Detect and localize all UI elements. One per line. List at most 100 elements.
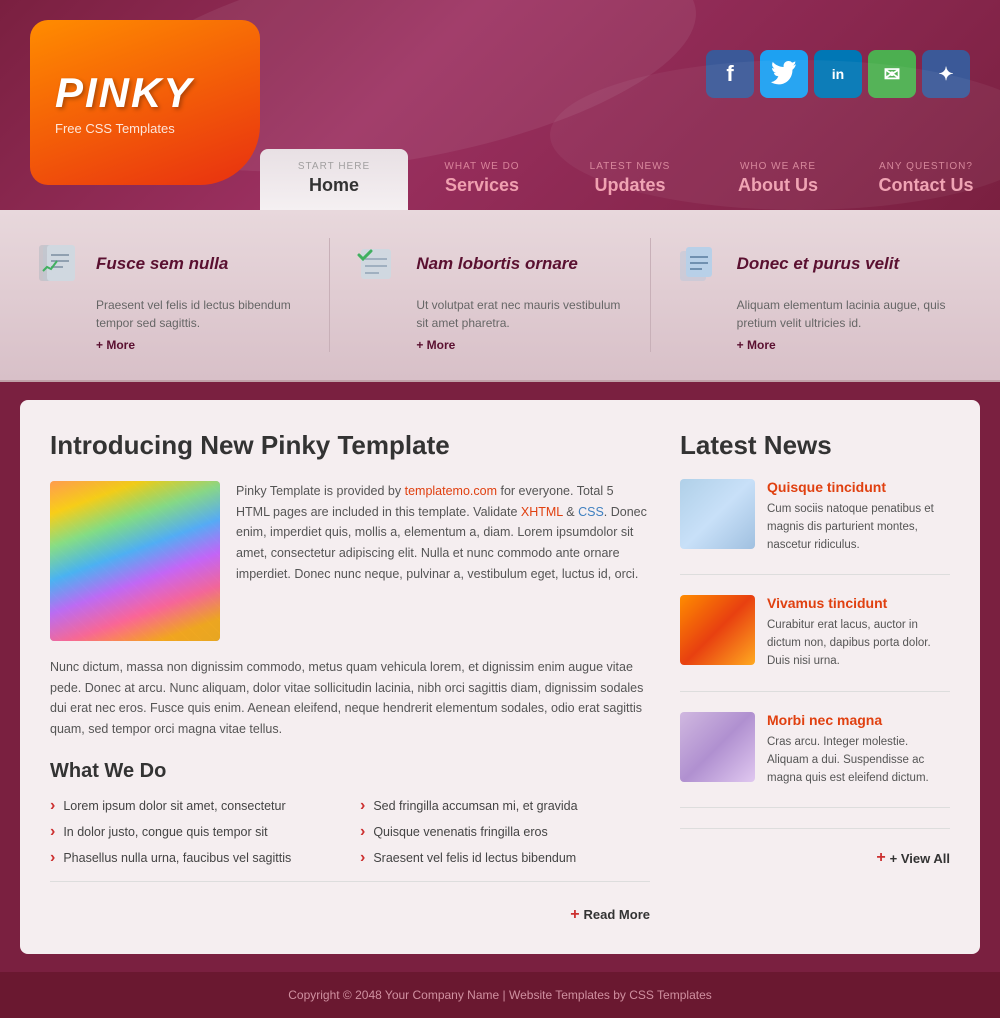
wwd-item-4: › Phasellus nulla urna, faucibus vel sag… — [50, 849, 340, 867]
read-more-label: Read More — [584, 907, 650, 922]
wwd-label-2: In dolor justo, congue quis tempor sit — [63, 825, 267, 839]
feature-1-icon — [30, 238, 82, 290]
wwd-bullet-5: › — [360, 849, 365, 867]
xhtml-link[interactable]: XHTML — [521, 505, 563, 519]
news-content-1: Vivamus tincidunt Curabitur erat lacus, … — [767, 595, 950, 670]
wwd-label-5: Sraesent vel felis id lectus bibendum — [373, 851, 576, 865]
news-title-0[interactable]: Quisque tincidunt — [767, 479, 950, 495]
feature-3-more[interactable]: + More — [737, 338, 950, 352]
feature-item-3: Donec et purus velit Aliquam elementum l… — [671, 238, 970, 352]
nav-contact-top: ANY QUESTION? — [879, 161, 973, 172]
wwd-label-1: Sed fringilla accumsan mi, et gravida — [373, 799, 577, 813]
news-desc-0: Cum sociis natoque penatibus et magnis d… — [767, 501, 950, 554]
news-item-2: Morbi nec magna Cras arcu. Integer moles… — [680, 712, 950, 808]
feature-2-icon — [350, 238, 402, 290]
main-content: Introducing New Pinky Template Pinky Tem… — [20, 400, 980, 954]
wwd-bullet-0: › — [50, 797, 55, 815]
feature-2-more[interactable]: + More — [416, 338, 629, 352]
news-thumb-2 — [680, 712, 755, 782]
facebook-icon[interactable]: f — [706, 50, 754, 98]
nav-about-top: WHO WE ARE — [740, 161, 816, 172]
intro-image — [50, 481, 220, 641]
features-bar: Fusce sem nulla Praesent vel felis id le… — [0, 210, 1000, 382]
feature-1-top: Fusce sem nulla — [30, 238, 309, 290]
linkedin-icon[interactable]: in — [814, 50, 862, 98]
nav-contact[interactable]: ANY QUESTION? Contact Us — [852, 149, 1000, 210]
nav-contact-main: Contact Us — [878, 175, 973, 196]
message-icon[interactable]: ✉ — [868, 50, 916, 98]
css-link[interactable]: CSS — [578, 505, 604, 519]
templatemo-link[interactable]: templatemo.com — [405, 484, 497, 498]
news-item-1: Vivamus tincidunt Curabitur erat lacus, … — [680, 595, 950, 691]
news-right: Latest News Quisque tincidunt Cum sociis… — [680, 430, 950, 924]
feature-item-1: Fusce sem nulla Praesent vel felis id le… — [30, 238, 330, 352]
nav-about-main: About Us — [738, 175, 818, 196]
intro-text: Pinky Template is provided by templatemo… — [236, 481, 650, 641]
logo-area: PINKY Free CSS Templates — [30, 20, 260, 185]
twitter-icon[interactable] — [760, 50, 808, 98]
news-thumb-0 — [680, 479, 755, 549]
news-desc-2: Cras arcu. Integer molestie. Aliquam a d… — [767, 734, 950, 787]
wwd-item-1: › Sed fringilla accumsan mi, et gravida — [360, 797, 650, 815]
intro-p1-before: Pinky Template is provided by — [236, 484, 405, 498]
news-title-1[interactable]: Vivamus tincidunt — [767, 595, 950, 611]
feature-3-title: Donec et purus velit — [737, 254, 899, 274]
news-thumb-1 — [680, 595, 755, 665]
news-title: Latest News — [680, 430, 950, 461]
nav-home[interactable]: START HERE Home — [260, 149, 408, 210]
nav: START HERE Home WHAT WE DO Services LATE… — [260, 149, 1000, 210]
wwd-label-0: Lorem ipsum dolor sit amet, consectetur — [63, 799, 285, 813]
what-we-do: What We Do › Lorem ipsum dolor sit amet,… — [50, 760, 650, 924]
logo-text: PINKY — [55, 69, 193, 117]
social-icons: f in ✉ ✦ — [706, 50, 970, 98]
feature-3-icon — [671, 238, 723, 290]
wwd-title: What We Do — [50, 760, 650, 783]
wwd-label-3: Quisque venenatis fringilla eros — [373, 825, 547, 839]
wwd-item-0: › Lorem ipsum dolor sit amet, consectetu… — [50, 797, 340, 815]
nav-services-main: Services — [445, 175, 519, 196]
nav-services-top: WHAT WE DO — [444, 161, 519, 172]
intro-text2: Nunc dictum, massa non dignissim commodo… — [50, 657, 650, 740]
wwd-bullet-1: › — [360, 797, 365, 815]
feature-2-title: Nam lobortis ornare — [416, 254, 578, 274]
feature-item-2: Nam lobortis ornare Ut volutpat erat nec… — [350, 238, 650, 352]
intro-block: Pinky Template is provided by templatemo… — [50, 481, 650, 641]
intro-amp: & — [563, 505, 578, 519]
footer-text: Copyright © 2048 Your Company Name | Web… — [288, 988, 712, 1002]
nav-about[interactable]: WHO WE ARE About Us — [704, 149, 852, 210]
feature-3-top: Donec et purus velit — [671, 238, 950, 290]
feature-1-desc: Praesent vel felis id lectus bibendum te… — [96, 296, 309, 332]
feature-1-more[interactable]: + More — [96, 338, 309, 352]
logo-sub: Free CSS Templates — [55, 121, 175, 136]
nav-home-main: Home — [309, 175, 359, 196]
nav-services[interactable]: WHAT WE DO Services — [408, 149, 556, 210]
nav-home-top: START HERE — [298, 161, 370, 172]
people-icon[interactable]: ✦ — [922, 50, 970, 98]
header: PINKY Free CSS Templates f in ✉ ✦ START … — [0, 0, 1000, 210]
nav-updates-main: Updates — [594, 175, 665, 196]
feature-3-desc: Aliquam elementum lacinia augue, quis pr… — [737, 296, 950, 332]
wwd-item-2: › In dolor justo, congue quis tempor sit — [50, 823, 340, 841]
news-content-2: Morbi nec magna Cras arcu. Integer moles… — [767, 712, 950, 787]
feature-2-desc: Ut volutpat erat nec mauris vestibulum s… — [416, 296, 629, 332]
news-item-0: Quisque tincidunt Cum sociis natoque pen… — [680, 479, 950, 575]
news-desc-1: Curabitur erat lacus, auctor in dictum n… — [767, 617, 950, 670]
view-all-label: + View All — [890, 851, 950, 866]
wwd-bullet-2: › — [50, 823, 55, 841]
feature-2-top: Nam lobortis ornare — [350, 238, 629, 290]
feature-1-title: Fusce sem nulla — [96, 254, 228, 274]
wwd-bullet-4: › — [50, 849, 55, 867]
wwd-item-3: › Quisque venenatis fringilla eros — [360, 823, 650, 841]
wwd-label-4: Phasellus nulla urna, faucibus vel sagit… — [63, 851, 291, 865]
news-title-2[interactable]: Morbi nec magna — [767, 712, 950, 728]
news-content-0: Quisque tincidunt Cum sociis natoque pen… — [767, 479, 950, 554]
content-left: Introducing New Pinky Template Pinky Tem… — [50, 430, 650, 924]
wwd-item-5: › Sraesent vel felis id lectus bibendum — [360, 849, 650, 867]
footer: Copyright © 2048 Your Company Name | Web… — [0, 972, 1000, 1018]
wwd-grid: › Lorem ipsum dolor sit amet, consectetu… — [50, 797, 650, 867]
nav-updates[interactable]: LATEST NEWS Updates — [556, 149, 704, 210]
intro-title: Introducing New Pinky Template — [50, 430, 650, 461]
wwd-bullet-3: › — [360, 823, 365, 841]
read-more-button[interactable]: + Read More — [570, 906, 650, 924]
view-all-button[interactable]: + + View All — [680, 849, 950, 867]
